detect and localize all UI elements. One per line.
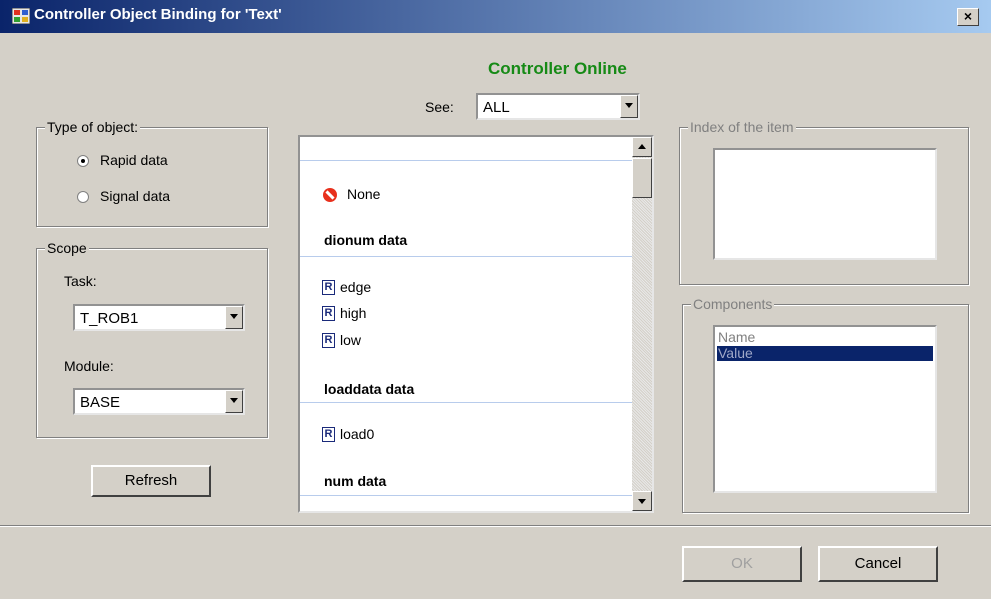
module-value: BASE [80,394,121,411]
scope-legend: Scope [45,240,89,256]
task-dropdown-button[interactable] [225,306,243,329]
group-header-loaddata: loaddata data [324,381,415,397]
list-separator [300,495,632,496]
group-header-dionum: dionum data [324,232,408,248]
task-value: T_ROB1 [80,310,139,327]
scroll-up-icon [638,144,646,149]
see-value: ALL [483,99,510,116]
signal-data-radio[interactable] [77,191,89,203]
title-bar: Controller Object Binding for 'Text' × [0,0,991,33]
list-scrollbar[interactable] [632,137,652,511]
list-item-label: low [340,332,362,348]
list-item-label: edge [340,279,372,295]
see-dropdown-button[interactable] [620,95,638,118]
dialog-window: Controller Object Binding for 'Text' × C… [0,0,991,599]
close-icon: × [963,8,973,24]
close-button[interactable]: × [957,8,979,26]
index-legend: Index of the item [688,119,796,135]
ok-button[interactable]: OK [682,546,802,582]
dropdown-arrow-icon [230,314,238,319]
window-title: Controller Object Binding for 'Text' [34,6,282,23]
dropdown-arrow-icon [230,398,238,403]
cancel-button[interactable]: Cancel [818,546,938,582]
rapid-data-label[interactable]: Rapid data [100,152,168,168]
see-dropdown[interactable]: ALL [476,93,640,120]
list-separator [300,160,632,161]
rapid-data-icon: R [322,306,335,321]
index-group: Index of the item [679,119,969,285]
components-listbox[interactable]: Name Value [713,325,937,493]
task-dropdown[interactable]: T_ROB1 [73,304,245,331]
list-item-label: load0 [340,426,375,442]
components-legend: Components [691,296,775,312]
radio-dot [81,159,85,163]
rapid-data-icon: R [322,333,335,348]
refresh-button[interactable]: Refresh [91,465,211,497]
task-label: Task: [64,273,97,289]
rapid-data-icon: R [322,280,335,295]
scope-group: Scope Task: T_ROB1 Module: BASE [36,240,268,438]
dropdown-arrow-icon [625,103,633,108]
list-item-label: high [340,305,367,321]
scroll-thumb[interactable] [632,158,652,198]
list-item-label: None [347,186,381,202]
type-of-object-group: Type of object: Rapid data Signal data [36,119,268,227]
bottom-separator [0,525,991,527]
app-icon [12,8,30,24]
controller-status: Controller Online [488,59,627,78]
see-label: See: [425,99,454,115]
no-entry-icon [323,188,337,202]
module-label: Module: [64,358,114,374]
components-item-name[interactable]: Name [717,330,933,345]
module-dropdown[interactable]: BASE [73,388,245,415]
module-dropdown-button[interactable] [225,390,243,413]
list-separator [300,256,632,257]
signal-data-label[interactable]: Signal data [100,188,170,204]
scroll-down-icon [638,499,646,504]
type-of-object-legend: Type of object: [45,119,141,135]
index-listbox[interactable] [713,148,937,260]
data-list[interactable]: None dionum data R edge R high R low loa… [298,135,654,513]
components-item-value[interactable]: Value [717,346,933,361]
scroll-down-button[interactable] [632,491,652,511]
scroll-up-button[interactable] [632,137,652,157]
list-separator [300,402,632,403]
rapid-data-icon: R [322,427,335,442]
group-header-num: num data [324,473,387,489]
components-group: Components Name Value [682,296,969,513]
rapid-data-radio[interactable] [77,155,89,167]
